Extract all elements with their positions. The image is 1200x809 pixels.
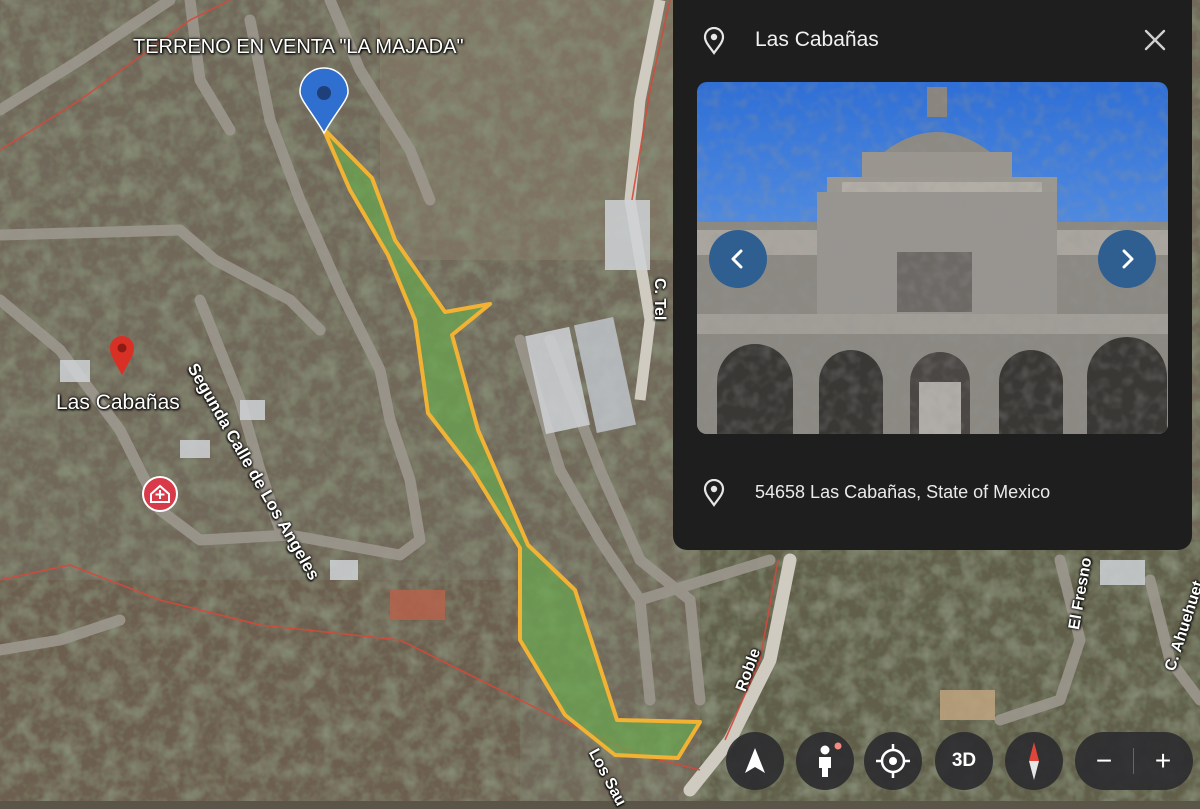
my-location-button[interactable]	[864, 732, 922, 790]
previous-photo-button[interactable]	[709, 230, 767, 288]
pegman-icon	[819, 742, 842, 777]
place-label[interactable]: Las Cabañas	[56, 391, 180, 415]
zoom-controls: − +	[1075, 732, 1193, 790]
place-address: 54658 Las Cabañas, State of Mexico	[755, 482, 1051, 502]
compass-icon	[1029, 742, 1039, 780]
view-3d-button[interactable]: 3D	[935, 732, 993, 790]
zoom-out-button[interactable]: −	[1075, 732, 1133, 790]
zoom-in-button[interactable]: +	[1134, 732, 1192, 790]
place-info-panel: Las Cabañas 54658 Las Cabañas, State of …	[673, 0, 1192, 550]
next-photo-button[interactable]	[1098, 230, 1156, 288]
close-icon[interactable]	[1141, 26, 1169, 54]
street-label-c-tel: C. Tel	[651, 278, 668, 321]
chevron-left-icon	[731, 249, 743, 269]
panel-header: Las Cabañas	[673, 0, 1192, 80]
hospital-icon[interactable]	[142, 476, 178, 512]
navigation-arrow-icon	[745, 748, 765, 773]
panel-title: Las Cabañas	[755, 28, 879, 51]
property-title-label: TERRENO EN VENTA "LA MAJADA"	[133, 36, 464, 58]
compass-button[interactable]	[1005, 732, 1063, 790]
location-pin-icon	[703, 27, 725, 55]
chevron-right-icon	[1122, 249, 1134, 269]
navigation-button[interactable]	[726, 732, 784, 790]
my-location-icon	[876, 744, 910, 778]
address-pin-icon	[703, 479, 725, 507]
street-view-button[interactable]	[796, 732, 854, 790]
